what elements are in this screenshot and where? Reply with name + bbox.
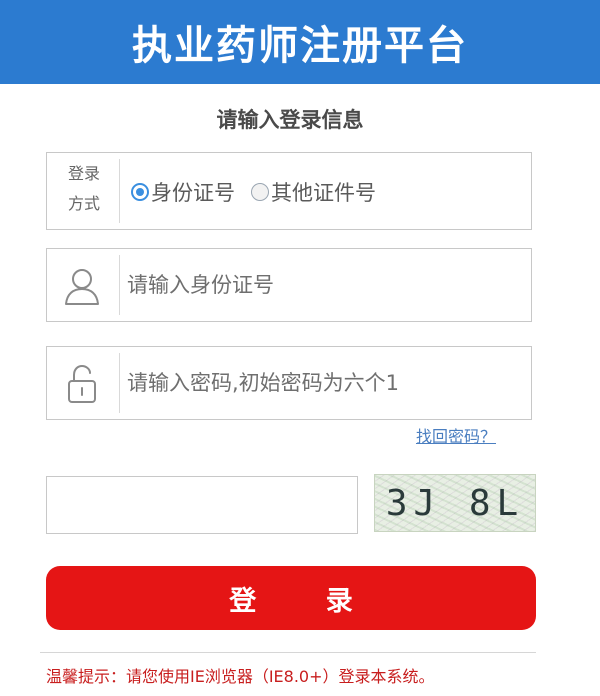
radio-other-id-dot[interactable] xyxy=(251,183,269,201)
login-mode-label: 登录 方式 xyxy=(55,159,113,219)
lock-icon xyxy=(68,364,96,403)
login-mode-divider xyxy=(119,159,120,223)
id-number-box xyxy=(46,248,532,322)
header-banner: 执业药师注册平台 xyxy=(0,0,600,84)
radio-other-id[interactable]: 其他证件号 xyxy=(251,177,376,207)
forgot-password-link[interactable]: 找回密码？ xyxy=(416,423,496,447)
password-box xyxy=(46,346,532,420)
radio-id-card-label: 身份证号 xyxy=(151,181,235,205)
password-input[interactable] xyxy=(121,347,525,419)
login-mode-box: 登录 方式 身份证号 其他证件号 xyxy=(46,152,532,230)
login-mode-radio-group: 身份证号 其他证件号 xyxy=(131,175,392,209)
page-title: 执业药师注册平台 xyxy=(132,23,468,69)
captcha-image[interactable]: 3J 8L xyxy=(374,474,536,532)
radio-id-card[interactable]: 身份证号 xyxy=(131,177,235,207)
password-field-divider xyxy=(119,353,120,413)
login-mode-label-line1: 登录 xyxy=(67,164,100,183)
browser-tip: 温馨提示：请您使用IE浏览器（IE8.0+）登录本系统。 xyxy=(46,667,435,686)
captcha-input[interactable] xyxy=(46,476,358,534)
login-button[interactable]: 登 录 xyxy=(46,566,536,630)
id-field-divider xyxy=(119,255,120,315)
form-subtitle: 请输入登录信息 xyxy=(216,108,364,132)
footer-divider xyxy=(40,652,536,653)
login-mode-label-line2: 方式 xyxy=(67,194,100,213)
id-number-input[interactable] xyxy=(121,249,525,321)
user-icon xyxy=(65,269,99,305)
captcha-text: 3J 8L xyxy=(385,482,525,524)
radio-id-card-dot[interactable] xyxy=(131,183,149,201)
radio-other-id-label: 其他证件号 xyxy=(271,181,376,205)
login-page: 执业药师注册平台 请输入登录信息 登录 方式 身份证号 其他证件号 请输入身份证… xyxy=(0,0,600,696)
